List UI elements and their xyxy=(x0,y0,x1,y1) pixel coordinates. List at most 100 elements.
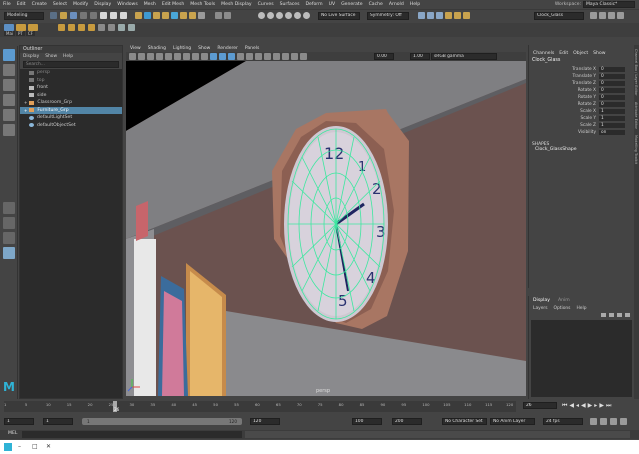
step-back-frame-icon[interactable]: ◂ xyxy=(576,402,579,410)
mask-rendering-icon[interactable] xyxy=(189,12,196,19)
outliner-item-selected[interactable]: + Furniture_Grp xyxy=(20,106,122,115)
viewport-menu-renderer[interactable]: Renderer xyxy=(217,46,238,51)
toggle-tool-settings-icon[interactable] xyxy=(608,12,615,19)
viewport-menu-view[interactable]: View xyxy=(130,46,141,51)
gamma-field[interactable]: 1.00 xyxy=(410,53,430,60)
attribute-row[interactable]: Translate Y0 xyxy=(529,73,634,80)
outliner-menu-help[interactable]: Help xyxy=(63,53,73,60)
camera-attributes-icon[interactable] xyxy=(138,53,145,60)
exposure-field[interactable]: 0.00 xyxy=(374,53,394,60)
step-back-key-icon[interactable]: ◀ xyxy=(569,402,574,410)
menu-mesh-tools[interactable]: Mesh Tools xyxy=(190,2,215,7)
move-layer-down-icon[interactable] xyxy=(609,313,614,317)
minimize-icon[interactable]: – xyxy=(18,443,21,450)
expand-icon[interactable]: + xyxy=(24,107,27,115)
object-name[interactable]: Clock_Glass xyxy=(529,56,634,65)
select-object-icon[interactable] xyxy=(110,12,117,19)
attribute-row[interactable]: Translate X0 xyxy=(529,66,634,73)
outliner-item[interactable]: defaultLightSet xyxy=(20,114,122,122)
toggle-attribute-editor-icon[interactable] xyxy=(599,12,606,19)
time-slider[interactable]: 1 5 10 15 20 25 30 35 40 45 50 55 60 65 70 75 80 85 90 95 10… xyxy=(0,399,639,414)
select-camera-icon[interactable] xyxy=(129,53,136,60)
sound-icon[interactable] xyxy=(600,418,607,425)
outliner-menu-show[interactable]: Show xyxy=(45,53,57,60)
anti-aliasing-icon[interactable] xyxy=(273,53,280,60)
outliner-item[interactable]: top xyxy=(20,77,122,85)
viewport-menu-panels[interactable]: Panels xyxy=(245,46,259,51)
workspace-dropdown[interactable]: Maya Classic* xyxy=(583,1,635,8)
snap-point-icon[interactable] xyxy=(276,12,283,19)
channel-menu-object[interactable]: Object xyxy=(573,51,588,56)
side-by-side-layout-icon[interactable] xyxy=(2,232,15,244)
fps-dropdown[interactable]: 24 fps xyxy=(543,418,583,425)
menu-modify[interactable]: Modify xyxy=(73,2,88,7)
menu-generate[interactable]: Generate xyxy=(341,2,362,7)
light-editor-icon[interactable] xyxy=(463,12,470,19)
redo-icon[interactable] xyxy=(90,12,97,19)
mask-deformations-icon[interactable] xyxy=(171,12,178,19)
max-end-field[interactable]: 200 xyxy=(392,418,422,425)
attribute-row[interactable]: Scale X1 xyxy=(529,108,634,115)
select-tool-icon[interactable] xyxy=(2,49,15,61)
menu-mesh-display[interactable]: Mesh Display xyxy=(221,2,252,7)
grid-icon[interactable] xyxy=(165,53,172,60)
shape-name[interactable]: Clock_GlassShape xyxy=(529,147,634,152)
select-hierarchy-icon[interactable] xyxy=(100,12,107,19)
anim-prefs-icon[interactable] xyxy=(620,418,627,425)
menu-create[interactable]: Create xyxy=(32,2,47,7)
mask-curves-icon[interactable] xyxy=(153,12,160,19)
attribute-row[interactable]: Translate Z0 xyxy=(529,80,634,87)
attribute-row[interactable]: Rotate X0 xyxy=(529,87,634,94)
side-tab-channel-box[interactable]: Channel Box / Layer Editor xyxy=(634,49,638,96)
side-tab-modelling-toolkit[interactable]: Modelling Toolkit xyxy=(634,135,638,164)
layer-menu-help[interactable]: Help xyxy=(576,306,586,311)
viewport-menu-show[interactable]: Show xyxy=(198,46,210,51)
shelf-tab-main[interactable]: Mai xyxy=(4,31,16,36)
outliner-item[interactable]: front xyxy=(20,84,122,92)
field-chart-icon[interactable] xyxy=(201,53,208,60)
outliner-item[interactable]: defaultObjectSet xyxy=(20,122,122,130)
menu-set-dropdown[interactable]: Modeling xyxy=(4,12,44,20)
wireframe-icon[interactable] xyxy=(210,53,217,60)
mask-surfaces-icon[interactable] xyxy=(162,12,169,19)
live-surface-field[interactable]: No Live Surface xyxy=(318,12,360,20)
menu-cache[interactable]: Cache xyxy=(369,2,383,7)
layer-menu-options[interactable]: Options xyxy=(554,306,571,311)
mask-misc-icon[interactable] xyxy=(198,12,205,19)
film-gate-icon[interactable] xyxy=(174,53,181,60)
expand-icon[interactable]: + xyxy=(24,99,27,107)
quick-rename-field[interactable]: Clock_Glass xyxy=(534,12,584,20)
menu-uv[interactable]: UV xyxy=(329,2,336,7)
single-perspective-layout-icon[interactable] xyxy=(2,202,15,214)
current-frame-field[interactable]: 26 xyxy=(523,402,557,409)
command-language-label[interactable]: MEL xyxy=(8,431,17,436)
channel-menu-channels[interactable]: Channels xyxy=(533,51,554,56)
close-icon[interactable]: ✕ xyxy=(46,443,51,450)
highlight-selection-icon[interactable] xyxy=(224,12,231,19)
channel-menu-edit[interactable]: Edit xyxy=(559,51,568,56)
move-layer-up-icon[interactable] xyxy=(601,313,606,317)
xray-icon[interactable] xyxy=(300,53,307,60)
attribute-row[interactable]: Rotate Y0 xyxy=(529,94,634,101)
symmetry-dropdown[interactable]: Symmetry: Off xyxy=(367,12,409,20)
viewport-menu-shading[interactable]: Shading xyxy=(148,46,166,51)
ambient-occlusion-icon[interactable] xyxy=(264,53,271,60)
playback-end-field[interactable]: 120 xyxy=(250,418,280,425)
shelf-poly-plane-icon[interactable] xyxy=(78,24,85,31)
depth-of-field-icon[interactable] xyxy=(282,53,289,60)
menu-display[interactable]: Display xyxy=(94,2,111,7)
save-scene-icon[interactable] xyxy=(70,12,77,19)
open-scene-icon[interactable] xyxy=(60,12,67,19)
animation-end-field[interactable]: 100 xyxy=(352,418,382,425)
menu-arnold[interactable]: Arnold xyxy=(389,2,404,7)
outliner-item[interactable]: + Classroom_Grp xyxy=(20,99,122,107)
menu-surfaces[interactable]: Surfaces xyxy=(280,2,300,7)
layer-menu-layers[interactable]: Layers xyxy=(533,306,548,311)
menu-curves[interactable]: Curves xyxy=(258,2,274,7)
step-forward-key-icon[interactable]: ▶ xyxy=(599,402,604,410)
toggle-channel-box-icon[interactable] xyxy=(617,12,624,19)
snap-curve-icon[interactable] xyxy=(267,12,274,19)
gate-mask-icon[interactable] xyxy=(192,53,199,60)
shelf-delete-history-icon[interactable] xyxy=(118,24,125,31)
menu-help[interactable]: Help xyxy=(410,2,420,7)
